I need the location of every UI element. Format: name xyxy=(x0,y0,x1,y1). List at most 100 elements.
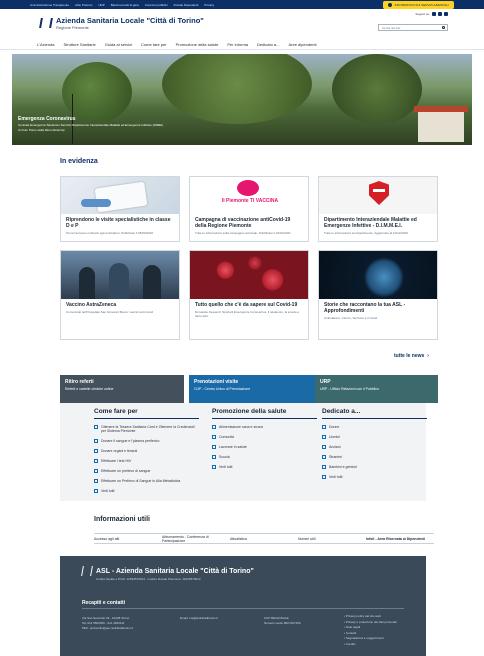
list-item[interactable]: Comunità xyxy=(212,435,317,439)
link-bandi[interactable]: Bandi ed esiti di gara xyxy=(111,3,139,7)
news-card[interactable]: Tutto quello che c'è da sapere sul Covid… xyxy=(189,250,309,340)
document-icon xyxy=(212,425,216,429)
document-icon xyxy=(212,435,216,439)
list-item[interactable]: Ottenere la Tessera Sanitaria Card e Ott… xyxy=(94,425,199,433)
nav-guida-servizi[interactable]: Guida ai servizi xyxy=(105,42,132,47)
list-item-label: Vedi tutti xyxy=(101,489,115,493)
card-desc: Domande frequenti: Sportelli Emergenza C… xyxy=(195,310,300,318)
link-concorsi[interactable]: Concorsi pubblici xyxy=(145,3,168,7)
card-image xyxy=(61,251,179,299)
info-link[interactable]: Abbonamento - Conferenza di Partecipazio… xyxy=(162,535,230,543)
card-desc: Tutte le informazioni sul dipartimento. … xyxy=(324,231,408,235)
list-item[interactable]: Donare organi e tessuti xyxy=(94,449,199,453)
document-icon xyxy=(94,479,98,483)
link-urp[interactable]: URP xyxy=(98,3,104,7)
asl-logo-icon[interactable] xyxy=(38,17,50,29)
hero-caption: Emergenza Coronavirus Centrale Emergenza… xyxy=(18,116,188,132)
card-image xyxy=(190,251,308,299)
list-item-label: Effettuare un Prelievo di Sangue in Alla… xyxy=(101,479,181,483)
footer-link-label: Privacy policy del sito web xyxy=(345,614,381,618)
hero-building xyxy=(414,106,468,142)
list-item[interactable]: Alimentazione sana e sicura xyxy=(212,425,317,429)
quick-link-referti[interactable]: Ritiro referti Referti e cartelle clinic… xyxy=(60,375,184,403)
quick-link-prenotazioni[interactable]: Prenotazioni visite CUP - Centro Unico d… xyxy=(189,375,315,403)
list-item[interactable]: Donare il sangue e l'plasma periferico xyxy=(94,439,199,443)
notice-button[interactable]: INFORMATIVA SUI SERVIZI AZIENDALI xyxy=(382,0,454,9)
list-item-label: Vedi tutti xyxy=(329,475,343,479)
list-item[interactable]: Effettuare un prelievo di sangue xyxy=(94,469,199,473)
info-link[interactable]: Infoli - Area Riservata ai Dipendenti xyxy=(366,537,434,541)
hero-title[interactable]: Emergenza Coronavirus xyxy=(18,116,188,122)
nav-promozione[interactable]: Promozione della salute xyxy=(176,42,219,47)
nav-azienda[interactable]: L'Azienda xyxy=(37,42,54,47)
nav-come-fare[interactable]: Come fare per xyxy=(141,42,167,47)
list-item[interactable]: Anziani xyxy=(322,445,427,449)
youtube-icon[interactable] xyxy=(444,12,448,16)
list-item[interactable]: Effettuare i test HIV xyxy=(94,459,199,463)
all-news-link[interactable]: tutte le news › xyxy=(394,353,429,359)
see-all-link[interactable]: Vedi tutti xyxy=(322,475,427,479)
all-news-label: tutte le news xyxy=(394,353,425,359)
site-region: Regione Piemonte xyxy=(56,24,89,30)
see-all-link[interactable]: Vedi tutti xyxy=(94,489,199,493)
evidenza-title: In evidenza xyxy=(60,158,98,165)
nav-strutture[interactable]: Strutture Sanitarie xyxy=(63,42,95,47)
see-all-link[interactable]: Vedi tutti xyxy=(212,465,317,469)
list-item[interactable]: Bambini e genitori xyxy=(322,465,427,469)
list-item-label: Effettuare i test HIV xyxy=(101,459,132,463)
card-desc: Tutte le informazioni sulla campagna vac… xyxy=(195,231,291,235)
link-portale-dipendenti[interactable]: Portale Dipendenti xyxy=(174,3,199,7)
link-privacy[interactable]: Privacy xyxy=(204,3,214,7)
vaccina-banner-text: Il Piemonte TI VACCINA xyxy=(221,198,279,204)
info-links-row: Accesso agli atti Abbonamento - Conferen… xyxy=(94,533,434,544)
quick-title: URP xyxy=(320,379,331,385)
document-icon xyxy=(322,435,326,439)
footer-text[interactable]: PEC: protocollo@pec.aslcittaditorino.it xyxy=(82,626,133,631)
facebook-icon[interactable] xyxy=(432,12,436,16)
search-icon[interactable] xyxy=(442,26,445,29)
news-card[interactable]: Riprendono le visite specialistiche in c… xyxy=(60,176,180,242)
list-item[interactable]: Effettuare un Prelievo di Sangue in Alla… xyxy=(94,479,199,483)
news-card[interactable]: Vaccino AstraZeneca Comunicati dell'Osped… xyxy=(60,250,180,340)
info-link[interactable]: Accesso agli atti xyxy=(94,537,162,541)
list-item[interactable]: Uomini xyxy=(322,435,427,439)
document-icon xyxy=(322,465,326,469)
footer-contacts-title: Recapiti e contatti xyxy=(82,600,126,606)
list-item[interactable]: Scuola xyxy=(212,455,317,459)
info-link[interactable]: Numeri utili xyxy=(298,537,366,541)
card-image xyxy=(319,251,437,299)
nav-aree-dipendenti[interactable]: Aree dipendenti xyxy=(288,42,316,47)
list-item-label: Stranieri xyxy=(329,455,343,459)
col-title: Dedicato a... xyxy=(322,408,427,419)
hero-photo-caption: (In foto: Parco della Rimembranza) xyxy=(18,128,65,132)
list-item-label: Lavorare in salute xyxy=(219,445,247,449)
list-item-label: Vedi tutti xyxy=(219,465,233,469)
footer-link[interactable]: • Credits xyxy=(344,642,397,648)
brand[interactable]: Azienda Sanitaria Locale "Città di Torin… xyxy=(56,16,204,30)
twitter-icon[interactable] xyxy=(438,12,442,16)
nav-dedicato[interactable]: Dedicato a... xyxy=(257,42,279,47)
list-item-label: Donare organi e tessuti xyxy=(101,449,138,453)
list-item[interactable]: Stranieri xyxy=(322,455,427,459)
hero-desc: Centrale Emergenza Telefonico Servizio D… xyxy=(18,123,164,127)
social-links: Seguici su: xyxy=(415,12,448,16)
info-link[interactable]: Attualistica xyxy=(230,537,298,541)
list-item[interactable]: Lavorare in salute xyxy=(212,445,317,449)
hero-banner[interactable]: Emergenza Coronavirus Centrale Emergenza… xyxy=(12,54,472,145)
card-desc: Torna l'accesso ordinario agli ambulator… xyxy=(66,231,154,235)
list-item[interactable]: Donne xyxy=(322,425,427,429)
link-albo-pretorio[interactable]: Albo Pretorio xyxy=(75,3,92,7)
news-card[interactable]: Dipartimento Interaziendale Malattie ed … xyxy=(318,176,438,242)
search-input[interactable] xyxy=(382,25,442,30)
link-amministrazione-trasparente[interactable]: Amministrazione Trasparente xyxy=(30,3,69,7)
quick-desc: CUP - Centro Unico di Prenotazione xyxy=(194,387,251,391)
asl-logo-icon xyxy=(81,566,93,576)
footer-divider xyxy=(82,608,404,609)
document-icon xyxy=(322,445,326,449)
quick-link-urp[interactable]: URP URP - Ufficio Relazioni con il Pubbl… xyxy=(315,375,438,403)
footer-link-label: Privacy e protezione dei dati personali xyxy=(345,619,397,624)
news-card[interactable]: Storie che raccontano la tua ASL - Appro… xyxy=(318,250,438,340)
news-card[interactable]: Il Piemonte TI VACCINA Campagna di vacci… xyxy=(189,176,309,242)
footer-text[interactable]: Email: urp@aslcittaditorino.it xyxy=(180,616,218,621)
nav-per-informa[interactable]: Per informa xyxy=(227,42,248,47)
